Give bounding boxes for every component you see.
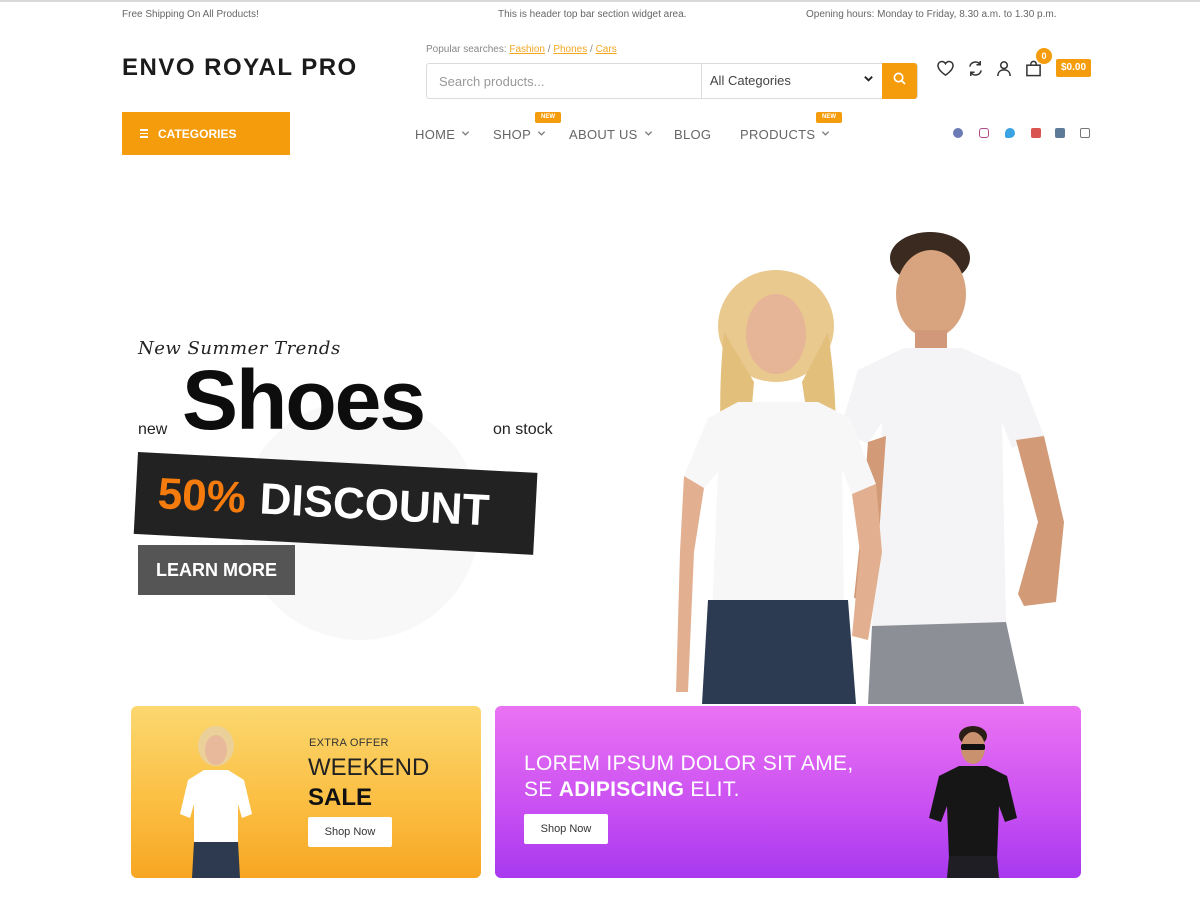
promo-model-man	[929, 726, 1017, 878]
nav-label-shop: SHOP	[493, 127, 532, 142]
hero-small-left: new	[138, 421, 168, 438]
categories-label: CATEGORIES	[158, 126, 237, 141]
chevron-down-icon	[644, 129, 653, 141]
chevron-down-icon	[537, 129, 546, 141]
menu-icon	[140, 129, 148, 138]
hero-title: Shoes	[182, 353, 426, 447]
promo-banner-weekend-sale[interactable]: EXTRA OFFER WEEKEND SALE Shop Now	[131, 706, 481, 878]
store-icon[interactable]	[1080, 128, 1090, 138]
category-select[interactable]: All Categories	[700, 64, 882, 98]
category-select-value: All Categories	[709, 73, 791, 88]
opening-hours: Opening hours: Monday to Friday, 8.30 a.…	[806, 9, 1057, 20]
nav-label-home: HOME	[415, 127, 456, 142]
facebook-icon[interactable]	[953, 128, 963, 138]
hero-small-right: on stock	[493, 421, 553, 438]
learn-more-button[interactable]: LEARN MORE	[138, 545, 295, 595]
product-search-bar: All Categories	[426, 63, 918, 99]
popular-link-cars[interactable]: Cars	[596, 44, 617, 55]
user-icon[interactable]	[994, 58, 1014, 78]
promo-line-1: LOREM IPSUM DOLOR SIT AME,	[524, 752, 854, 775]
promo-banner-lorem[interactable]: LOREM IPSUM DOLOR SIT AME, SE ADIPISCING…	[495, 706, 1081, 878]
new-badge-products: NEW	[816, 112, 842, 123]
promo-line-2-bold: ADIPISCING	[558, 778, 685, 801]
site-logo[interactable]: ENVO ROYAL PRO	[122, 54, 358, 82]
nav-item-blog[interactable]: BLOG	[674, 127, 711, 142]
promo-line-2-suffix: ELIT.	[684, 778, 740, 801]
discount-word: DISCOUNT	[258, 474, 491, 536]
search-input[interactable]	[427, 64, 701, 98]
topbar-widget-text: This is header top bar section widget ar…	[498, 9, 687, 20]
search-button[interactable]	[882, 63, 917, 99]
nav-item-about-us[interactable]: ABOUT US	[569, 127, 653, 142]
popular-searches-label: Popular searches:	[426, 44, 507, 55]
nav-item-home[interactable]: HOME	[415, 127, 470, 142]
discount-banner: 50% DISCOUNT	[133, 452, 538, 555]
promo-eyebrow: EXTRA OFFER	[309, 737, 389, 749]
chevron-down-icon	[863, 73, 874, 87]
compare-icon[interactable]	[965, 58, 985, 78]
shop-now-button[interactable]: Shop Now	[308, 817, 392, 847]
instagram-icon[interactable]	[979, 128, 989, 138]
nav-label-about-us: ABOUT US	[569, 127, 638, 142]
cart-count-badge: 0	[1036, 48, 1052, 64]
promo-line-2-prefix: SE	[524, 778, 559, 801]
promo-title: WEEKEND	[308, 754, 430, 781]
chevron-down-icon	[461, 129, 470, 141]
promo-subtitle: SALE	[308, 784, 373, 811]
chevron-down-icon	[821, 129, 830, 141]
popular-link-fashion[interactable]: Fashion	[509, 44, 545, 55]
twitter-icon[interactable]	[1005, 128, 1015, 138]
linkedin-icon[interactable]	[1055, 128, 1065, 138]
youtube-icon[interactable]	[1031, 128, 1041, 138]
cart-total[interactable]: $0.00	[1056, 59, 1092, 77]
nav-item-shop[interactable]: SHOP	[493, 127, 546, 142]
promo-model-woman	[180, 726, 252, 878]
popular-searches: Popular searches: Fashion / Phones / Car…	[426, 44, 617, 55]
top-bar: Free Shipping On All Products! This is h…	[0, 0, 1200, 28]
promo-line-2: SE ADIPISCING ELIT.	[524, 778, 740, 802]
categories-button[interactable]: CATEGORIES	[122, 112, 290, 155]
search-icon	[893, 72, 906, 90]
discount-percent: 50%	[156, 469, 248, 523]
nav-item-products[interactable]: PRODUCTS	[740, 127, 830, 142]
heart-icon[interactable]	[935, 58, 955, 78]
nav-label-products: PRODUCTS	[740, 127, 816, 142]
hero-models-image	[676, 232, 1064, 704]
shipping-notice: Free Shipping On All Products!	[122, 9, 259, 20]
shop-now-button[interactable]: Shop Now	[524, 814, 608, 844]
nav-label-blog: BLOG	[674, 127, 712, 142]
popular-link-phones[interactable]: Phones	[553, 44, 587, 55]
new-badge-shop: NEW	[535, 112, 561, 123]
